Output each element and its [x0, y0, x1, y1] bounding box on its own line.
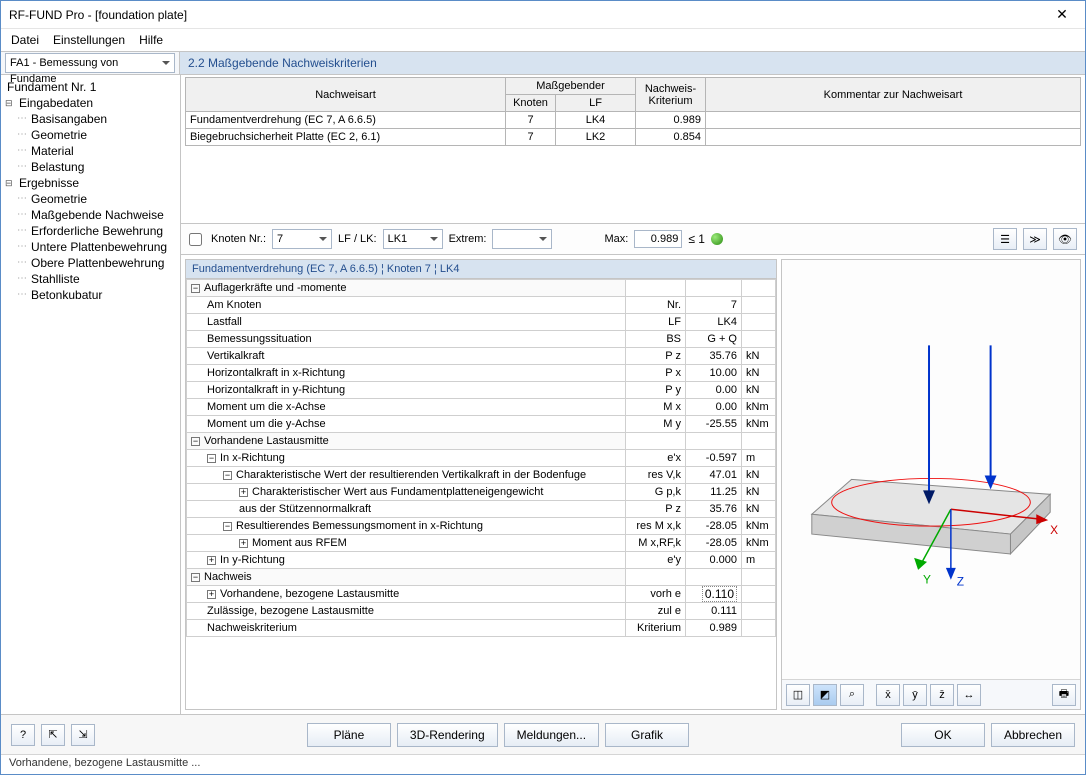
statusbar: Vorhandene, bezogene Lastausmitte ... — [1, 754, 1085, 774]
help-icon[interactable]: ? — [11, 724, 35, 746]
detail-row[interactable]: Horizontalkraft in y-RichtungP y0.00kN — [187, 382, 776, 399]
table-row[interactable]: Biegebruchsicherheit Platte (EC 2, 6.1)7… — [186, 129, 1081, 146]
window-title: RF-FUND Pro - [foundation plate] — [9, 8, 1047, 22]
svg-text:Y: Y — [923, 573, 931, 587]
view-persp-icon[interactable]: ◩ — [813, 684, 837, 706]
detail-row[interactable]: +Charakteristischer Wert aus Fundamentpl… — [187, 484, 776, 501]
detail-table[interactable]: −Auflagerkräfte und -momenteAm KnotenNr.… — [186, 279, 776, 637]
print-icon[interactable]: 🖶 — [1052, 684, 1076, 706]
detail-row[interactable]: +Moment aus RFEMM x,RF,k-28.05kNm — [187, 535, 776, 552]
graphic-button[interactable]: Grafik — [605, 723, 689, 747]
col-group: Maßgebender — [506, 78, 636, 95]
extrem-label: Extrem: — [449, 233, 487, 245]
tree-leaf[interactable]: Obere Plattenbewehrung — [29, 255, 178, 271]
menubar: Datei Einstellungen Hilfe — [1, 29, 1085, 51]
col-lf: LF — [556, 95, 636, 112]
detail-row[interactable]: NachweiskriteriumKriterium0.989 — [187, 620, 776, 637]
filter-row: Knoten Nr.: 7 LF / LK: LK1 Extrem: Max: … — [181, 223, 1085, 255]
svg-text:X: X — [1050, 523, 1058, 537]
detail-row[interactable]: −Auflagerkräfte und -momente — [187, 280, 776, 297]
top-row: FA1 - Bemessung von Fundame 2.2 Maßgeben… — [1, 51, 1085, 75]
tree-leaf[interactable]: Material — [29, 143, 178, 159]
tree-leaf[interactable]: Maßgebende Nachweise — [29, 207, 178, 223]
detail-row[interactable]: −In x-Richtunge'x-0.597m — [187, 450, 776, 467]
detail-row[interactable]: −Resultierendes Bemessungsmoment in x-Ri… — [187, 518, 776, 535]
detail-row[interactable]: +Vorhandene, bezogene Lastausmittevorh e… — [187, 586, 776, 603]
plans-button[interactable]: Pläne — [307, 723, 391, 747]
svg-text:Z: Z — [957, 575, 964, 589]
detail-row[interactable]: Am KnotenNr.7 — [187, 297, 776, 314]
detail-row[interactable]: VertikalkraftP z35.76kN — [187, 348, 776, 365]
viewer-canvas[interactable]: X Y Z — [782, 260, 1080, 679]
max-value[interactable] — [634, 230, 682, 248]
view-z-icon[interactable]: z̄ — [930, 684, 954, 706]
detail-row[interactable]: −Charakteristische Wert der resultierend… — [187, 467, 776, 484]
view-y-icon[interactable]: ȳ — [903, 684, 927, 706]
status-ok-icon — [711, 233, 723, 245]
ok-button[interactable]: OK — [901, 723, 985, 747]
render-button[interactable]: 3D-Rendering — [397, 723, 498, 747]
col-comment: Kommentar zur Nachweisart — [706, 78, 1081, 112]
table-row[interactable]: Fundamentverdrehung (EC 7, A 6.6.5)7LK40… — [186, 112, 1081, 129]
eye-icon[interactable]: 👁 — [1053, 228, 1077, 250]
tree-leaf[interactable]: Stahlliste — [29, 271, 178, 287]
viewer-panel: X Y Z ◫ ◩ ⌕ x̄ ȳ z̄ — [781, 259, 1081, 710]
detail-header: Fundamentverdrehung (EC 7, A 6.6.5) ¦ Kn… — [186, 260, 776, 279]
col-node: Knoten — [506, 95, 556, 112]
node-label: Knoten Nr.: — [211, 233, 266, 245]
tree-leaf[interactable]: Geometrie — [29, 191, 178, 207]
footer: ? ⇱ ⇲ Pläne 3D-Rendering Meldungen... Gr… — [1, 714, 1085, 754]
tree-leaf[interactable]: Untere Plattenbewehrung — [29, 239, 178, 255]
criteria-grid[interactable]: Nachweisart Maßgebender Nachweis-Kriteri… — [181, 75, 1085, 223]
col-crit: Nachweis-Kriterium — [636, 78, 706, 112]
col-type: Nachweisart — [186, 78, 506, 112]
filter-icon[interactable]: ≫ — [1023, 228, 1047, 250]
tree-leaf[interactable]: Belastung — [29, 159, 178, 175]
detail-row[interactable]: −Vorhandene Lastausmitte — [187, 433, 776, 450]
case-selector[interactable]: FA1 - Bemessung von Fundame — [5, 53, 175, 73]
tree-leaf[interactable]: Erforderliche Bewehrung — [29, 223, 178, 239]
detail-row[interactable]: Horizontalkraft in x-RichtungP x10.00kN — [187, 365, 776, 382]
max-label: Max: — [604, 233, 628, 245]
menu-settings[interactable]: Einstellungen — [53, 33, 125, 47]
view-x-icon[interactable]: x̄ — [876, 684, 900, 706]
node-combo[interactable]: 7 — [272, 229, 332, 249]
viewer-toolbar: ◫ ◩ ⌕ x̄ ȳ z̄ ↔ 🖶 — [782, 679, 1080, 709]
titlebar: RF-FUND Pro - [foundation plate] ✕ — [1, 1, 1085, 29]
section-title: 2.2 Maßgebende Nachweiskriterien — [179, 52, 1085, 74]
close-icon[interactable]: ✕ — [1047, 6, 1077, 23]
menu-file[interactable]: Datei — [11, 33, 39, 47]
detail-row[interactable]: −Nachweis — [187, 569, 776, 586]
detail-row[interactable]: LastfallLFLK4 — [187, 314, 776, 331]
view-zoom-icon[interactable]: ⌕ — [840, 684, 864, 706]
detail-row[interactable]: Zulässige, bezogene Lastausmittezul e0.1… — [187, 603, 776, 620]
export-icon[interactable]: ⇱ — [41, 724, 65, 746]
menu-help[interactable]: Hilfe — [139, 33, 163, 47]
cancel-button[interactable]: Abbrechen — [991, 723, 1075, 747]
tree-leaf[interactable]: Basisangaben — [29, 111, 178, 127]
messages-button[interactable]: Meldungen... — [504, 723, 599, 747]
tree-root[interactable]: Fundament Nr. 1 — [5, 79, 178, 95]
lf-combo[interactable]: LK1 — [383, 229, 443, 249]
lf-label: LF / LK: — [338, 233, 377, 245]
max-limit: ≤ 1 — [688, 232, 705, 246]
detail-row[interactable]: +In y-Richtunge'y0.000m — [187, 552, 776, 569]
tree-leaf[interactable]: Betonkubatur — [29, 287, 178, 303]
detail-panel: Fundamentverdrehung (EC 7, A 6.6.5) ¦ Kn… — [185, 259, 777, 710]
sort-icon[interactable]: ☰ — [993, 228, 1017, 250]
node-check[interactable] — [189, 233, 202, 246]
detail-row[interactable]: Moment um die y-AchseM y-25.55kNm — [187, 416, 776, 433]
import-icon[interactable]: ⇲ — [71, 724, 95, 746]
tree-input[interactable]: Eingabedaten — [17, 95, 178, 111]
view-dim-icon[interactable]: ↔ — [957, 684, 981, 706]
tree-leaf[interactable]: Geometrie — [29, 127, 178, 143]
tree-results[interactable]: Ergebnisse — [17, 175, 178, 191]
detail-row[interactable]: aus der StützennormalkraftP z35.76kN — [187, 501, 776, 518]
detail-row[interactable]: BemessungssituationBSG + Q — [187, 331, 776, 348]
nav-tree[interactable]: Fundament Nr. 1 Eingabedaten Basisangabe… — [1, 75, 181, 714]
extrem-combo[interactable] — [492, 229, 552, 249]
view-iso-icon[interactable]: ◫ — [786, 684, 810, 706]
detail-row[interactable]: Moment um die x-AchseM x0.00kNm — [187, 399, 776, 416]
